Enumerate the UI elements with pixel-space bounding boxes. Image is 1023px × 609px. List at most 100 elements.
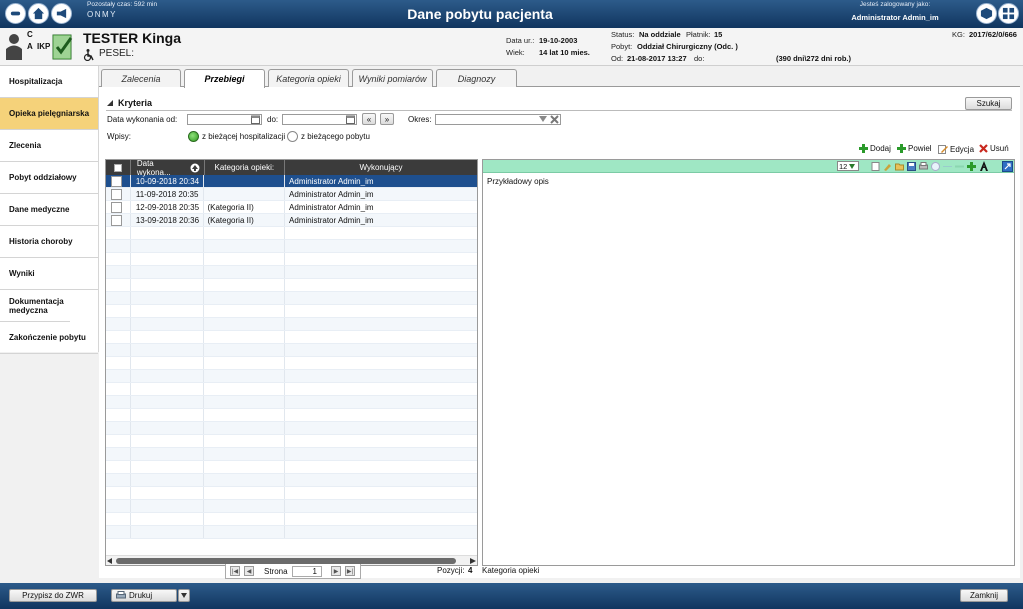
info-icon[interactable]	[931, 162, 940, 171]
prev-page-icon[interactable]: ◀	[244, 566, 254, 576]
rewind-icon[interactable]: «	[362, 113, 376, 125]
calendar-icon[interactable]	[346, 115, 355, 124]
first-page-icon[interactable]: |◀	[230, 566, 240, 576]
last-page-icon[interactable]: ▶|	[345, 566, 355, 576]
print-icon[interactable]	[919, 162, 928, 171]
brush-icon[interactable]	[883, 162, 892, 171]
radio-hospitalization[interactable]	[188, 131, 199, 142]
chevron-down-icon[interactable]	[539, 116, 547, 123]
assign-zwr-button[interactable]: Przypisz do ZWR	[9, 589, 97, 602]
cube-icon[interactable]	[976, 3, 997, 24]
tab-przebiegi[interactable]: Przebiegi	[184, 69, 265, 88]
tab-kategoria-opieki[interactable]: Kategoria opieki	[268, 69, 349, 87]
table-row[interactable]	[106, 448, 477, 461]
scroll-right-icon[interactable]	[470, 558, 476, 564]
row-checkbox-cell	[106, 474, 131, 486]
sidebar-item-historia[interactable]: Historia choroby	[0, 226, 98, 258]
expand-icon[interactable]	[1002, 161, 1013, 172]
table-header: Data wykona... Kategoria opieki: Wykonuj…	[106, 160, 477, 177]
table-row[interactable]	[106, 370, 477, 383]
row-checkbox[interactable]	[111, 188, 122, 200]
calendar-icon[interactable]	[251, 115, 260, 124]
folder-icon[interactable]	[895, 162, 904, 171]
table-row[interactable]	[106, 318, 477, 331]
print-button[interactable]: Drukuj	[111, 589, 177, 602]
plus-icon[interactable]	[967, 162, 976, 171]
scroll-left-icon[interactable]	[107, 558, 113, 564]
search-button[interactable]: Szukaj	[965, 97, 1012, 110]
repeat-button[interactable]: Powiel	[897, 144, 932, 153]
font-icon[interactable]	[979, 161, 989, 171]
print-dropdown[interactable]	[178, 589, 190, 602]
delete-button[interactable]: Usuń	[979, 144, 1009, 153]
new-document-icon[interactable]	[871, 162, 880, 171]
minus-icon[interactable]	[955, 162, 964, 171]
close-button[interactable]: Zamknij	[960, 589, 1008, 602]
sidebar-item-hospitalizacja[interactable]: Hospitalizacja	[0, 66, 98, 98]
print-label: Drukuj	[129, 591, 153, 600]
fast-forward-icon[interactable]: »	[380, 113, 394, 125]
cell-date	[131, 461, 205, 473]
table-row[interactable]	[106, 253, 477, 266]
table-row[interactable]	[106, 422, 477, 435]
table-row[interactable]	[106, 279, 477, 292]
tab-wyniki-pomiarow[interactable]: Wyniki pomiarów	[352, 69, 433, 87]
table-row[interactable]	[106, 474, 477, 487]
table-row[interactable]	[106, 305, 477, 318]
sidebar-item-pobyt[interactable]: Pobyt oddziałowy	[0, 162, 98, 194]
row-checkbox[interactable]	[111, 201, 122, 213]
table-row[interactable]	[106, 383, 477, 396]
cell-category	[204, 292, 286, 304]
table-row[interactable]	[106, 487, 477, 500]
collapse-triangle-icon[interactable]	[106, 99, 114, 107]
tab-diagnozy[interactable]: Diagnozy	[436, 69, 517, 87]
col-date[interactable]: Data wykona...	[131, 160, 205, 177]
table-row[interactable]	[106, 344, 477, 357]
sidebar-item-zlecenia[interactable]: Zlecenia	[0, 130, 98, 162]
table-row[interactable]: 13-09-2018 20:36 (Kategoria II) Administra…	[106, 214, 477, 227]
description-text[interactable]: Przykładowy opis	[483, 173, 1014, 190]
clear-icon[interactable]	[550, 115, 559, 124]
table-row[interactable]: 10-09-2018 20:34 Administrator Admin_im	[106, 175, 477, 188]
tab-zalecenia[interactable]: Zalecenia	[101, 69, 181, 87]
table-row[interactable]	[106, 292, 477, 305]
table-row[interactable]: 11-09-2018 20:35 Administrator Admin_im	[106, 188, 477, 201]
sidebar-item-zakonczenie[interactable]: Zakończenie pobytu	[0, 322, 98, 354]
col-performer[interactable]: Wykonujący	[285, 160, 477, 175]
table-row[interactable]	[106, 500, 477, 513]
page-input[interactable]: 1	[292, 566, 322, 577]
save-icon[interactable]	[907, 162, 916, 171]
row-checkbox[interactable]	[111, 214, 122, 226]
table-row[interactable]	[106, 409, 477, 422]
print-icon	[116, 591, 126, 599]
tab-label: Diagnozy	[457, 73, 496, 84]
select-all-checkbox[interactable]	[106, 160, 131, 175]
table-row[interactable]	[106, 240, 477, 253]
sidebar-item-dane-medyczne[interactable]: Dane medyczne	[0, 194, 98, 226]
document-check-icon[interactable]	[52, 32, 74, 60]
table-row[interactable]: 12-09-2018 20:35 (Kategoria II) Administra…	[106, 201, 477, 214]
sidebar-item-label: Dokumentacja medyczna	[9, 296, 64, 315]
col-category[interactable]: Kategoria opieki:	[205, 160, 286, 175]
table-row[interactable]	[106, 266, 477, 279]
grid-icon[interactable]	[998, 3, 1019, 24]
table-row[interactable]	[106, 461, 477, 474]
table-row[interactable]	[106, 357, 477, 370]
table-row[interactable]	[106, 513, 477, 526]
table-row[interactable]	[106, 396, 477, 409]
sort-up-icon[interactable]	[190, 163, 200, 173]
add-button[interactable]: Dodaj	[859, 144, 891, 153]
table-row[interactable]	[106, 331, 477, 344]
table-row[interactable]	[106, 435, 477, 448]
radio-stay[interactable]	[287, 131, 298, 142]
table-row[interactable]	[106, 227, 477, 240]
font-size-select[interactable]: 12	[837, 161, 859, 171]
cell-performer: Administrator Admin_im	[289, 176, 374, 186]
edit-button[interactable]: Edycja	[938, 144, 974, 154]
next-page-icon[interactable]: ▶	[331, 566, 341, 576]
sidebar-item-wyniki[interactable]: Wyniki	[0, 258, 98, 290]
row-checkbox[interactable]	[111, 175, 122, 187]
sidebar-item-opieka[interactable]: Opieka pielęgniarska	[0, 98, 98, 130]
table-row[interactable]	[106, 526, 477, 539]
sidebar-item-dokumentacja[interactable]: Dokumentacja medyczna	[0, 290, 70, 322]
